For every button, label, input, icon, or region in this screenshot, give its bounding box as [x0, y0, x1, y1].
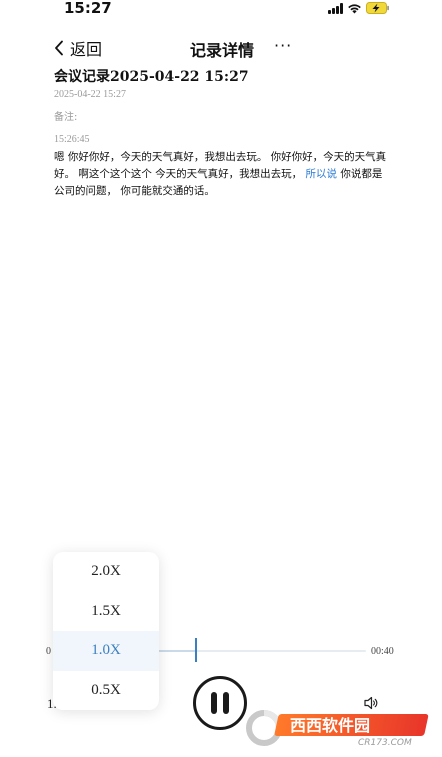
playback-progress-fill: [158, 650, 196, 652]
cellular-signal-icon: [328, 3, 343, 14]
nav-bar: 返回 记录详情 ···: [0, 36, 442, 62]
playback-speed-menu: 2.0X 1.5X 1.0X 0.5X: [53, 552, 159, 710]
playback-scrubber-handle[interactable]: [195, 638, 197, 662]
page-title: 记录详情: [190, 41, 255, 60]
pause-icon: [211, 692, 229, 714]
status-bar: 15:27: [0, 0, 442, 20]
wifi-icon: [347, 3, 362, 14]
record-detail-screen: 15:27 返回 记录详情 ··· 会议记录2025-04-22 15:27 2…: [0, 0, 442, 757]
speed-option[interactable]: 1.5X: [53, 592, 159, 632]
transcript-text: 嗯 你好你好，今天的天气真好，我想出去玩。 你好你好，今天的天气真好。 啊这个这…: [54, 149, 392, 200]
back-button[interactable]: 返回: [54, 36, 102, 60]
playback-progress-bar[interactable]: [158, 650, 366, 652]
record-title: 会议记录2025-04-22 15:27: [54, 69, 249, 85]
watermark-brand: 西西软件园: [290, 716, 370, 735]
watermark-logo: 西西软件园 CR173.COM: [246, 708, 432, 748]
chevron-left-icon: [54, 40, 64, 56]
record-date: 2025-04-22 15:27: [54, 89, 126, 100]
battery-charging-icon: [366, 2, 390, 14]
status-icons: [328, 2, 390, 14]
watermark-domain: CR173.COM: [358, 738, 412, 748]
more-options-button[interactable]: ···: [274, 36, 292, 55]
playback-current-time: 0: [46, 646, 51, 657]
pause-button[interactable]: [193, 676, 247, 730]
speed-option[interactable]: 2.0X: [53, 552, 159, 592]
transcript-current-word: 所以说: [302, 168, 341, 180]
back-label: 返回: [70, 40, 103, 59]
speed-option[interactable]: 0.5X: [53, 671, 159, 711]
record-note-label[interactable]: 备注:: [54, 108, 77, 123]
speed-option[interactable]: 1.0X: [53, 631, 159, 671]
playback-total-time: 00:40: [371, 646, 394, 657]
status-time: 15:27: [64, 0, 112, 17]
segment-timestamp: 15:26:45: [54, 134, 90, 145]
